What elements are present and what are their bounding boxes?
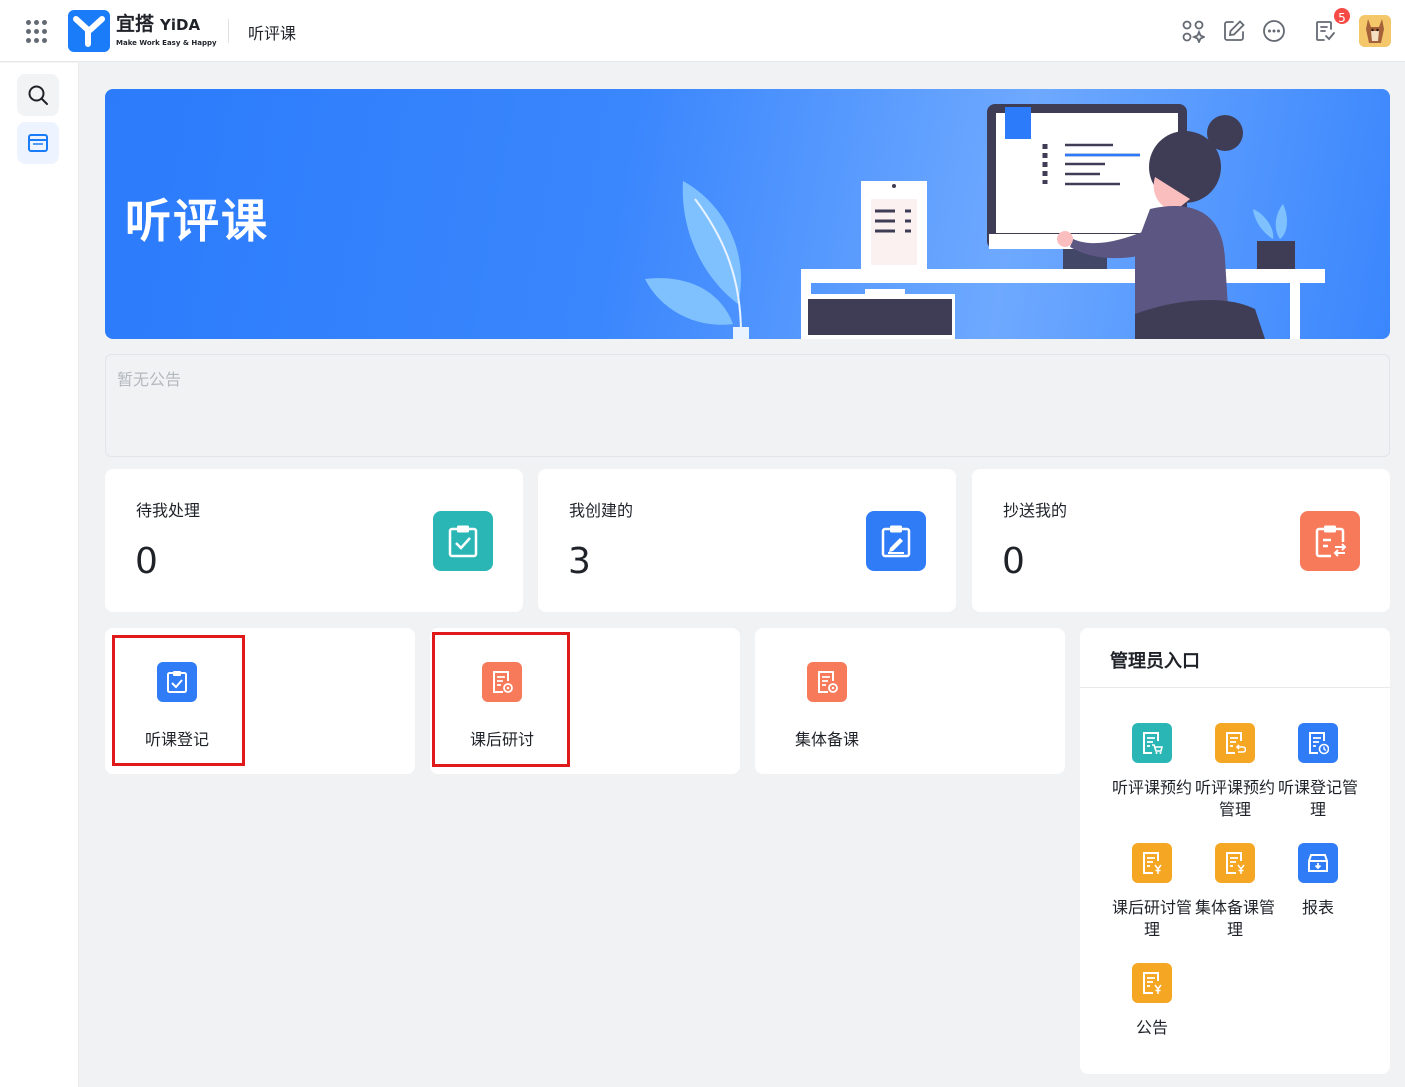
notice-board: 暂无公告: [105, 354, 1390, 457]
notice-text: 暂无公告: [117, 370, 182, 389]
admin-item-notice[interactable]: 公告: [1112, 963, 1192, 1039]
page-icon: [28, 134, 48, 152]
document-gear-icon: [807, 662, 847, 702]
admin-item-booking[interactable]: 听评课预约: [1112, 723, 1192, 799]
top-bar: 宜搭 YiDA Make Work Easy & Happy 听评课 5: [0, 0, 1405, 62]
admin-item-label: 听评课预约管理: [1195, 778, 1276, 819]
app-title[interactable]: 听评课: [248, 20, 296, 44]
admin-item-booking-manage[interactable]: 听评课预约管理: [1195, 723, 1275, 821]
stat-card-created[interactable]: 我创建的 3: [538, 469, 956, 612]
stat-card-cc[interactable]: 抄送我的 0: [972, 469, 1390, 612]
clipboard-share-icon: [1300, 511, 1360, 571]
clipboard-check-icon: [433, 511, 493, 571]
admin-item-prep-manage[interactable]: 集体备课管理: [1195, 843, 1275, 941]
brand-name: 宜搭: [116, 13, 155, 35]
banner-illustration: [645, 104, 1325, 339]
apps-grid-icon[interactable]: [26, 20, 50, 44]
admin-item-label: 听课登记管理: [1278, 778, 1359, 819]
document-clock-icon: [1298, 723, 1338, 763]
stat-card-pending[interactable]: 待我处理 0: [105, 469, 523, 612]
avatar[interactable]: [1359, 15, 1391, 47]
banner-title: 听评课: [125, 194, 269, 248]
notification-badge: 5: [1332, 6, 1352, 26]
entry-card-prep: 集体备课: [755, 628, 1065, 774]
highlight-box: [432, 632, 570, 767]
brand-slogan: Make Work Easy & Happy: [116, 39, 217, 47]
stat-value: 0: [135, 541, 158, 582]
yida-logo[interactable]: [68, 10, 110, 52]
more-icon[interactable]: [1262, 19, 1286, 43]
admin-item-label: 报表: [1301, 898, 1334, 917]
banner: 听评课: [105, 89, 1390, 339]
document-yen-icon: [1132, 843, 1172, 883]
page-nav-button[interactable]: [17, 122, 59, 164]
document-yen-icon: [1132, 963, 1172, 1003]
admin-title: 管理员入口: [1110, 651, 1200, 672]
brand-name-en: YiDA: [160, 16, 201, 34]
admin-item-label: 课后研讨管理: [1112, 898, 1193, 939]
highlight-box: [112, 635, 245, 766]
entry-label: 集体备课: [794, 730, 859, 749]
stat-label: 抄送我的: [1003, 501, 1068, 520]
edit-icon[interactable]: [1222, 19, 1246, 43]
todo-icon[interactable]: [1313, 19, 1337, 43]
admin-item-discussion-manage[interactable]: 课后研讨管理: [1112, 843, 1192, 941]
admin-panel: 管理员入口 听评课预约 听评课预约管理 听课登记管理 课后研讨管理 集体备课管理…: [1080, 628, 1390, 1074]
stat-label: 待我处理: [136, 501, 201, 520]
clipboard-edit-icon: [866, 511, 926, 571]
admin-item-label: 听评课预约: [1112, 778, 1193, 797]
document-yen-icon: [1215, 843, 1255, 883]
archive-download-icon: [1298, 843, 1338, 883]
admin-divider: [1080, 687, 1390, 688]
admin-item-register-manage[interactable]: 听课登记管理: [1278, 723, 1358, 821]
stat-value: 3: [568, 541, 591, 582]
document-cart-icon: [1132, 723, 1172, 763]
app-center-icon[interactable]: [1181, 19, 1205, 43]
left-rail: [0, 63, 79, 1087]
search-button[interactable]: [17, 74, 59, 116]
stat-value: 0: [1002, 541, 1025, 582]
document-return-icon: [1215, 723, 1255, 763]
admin-item-label: 集体备课管理: [1195, 898, 1276, 939]
admin-item-report[interactable]: 报表: [1278, 843, 1358, 919]
search-icon: [28, 85, 48, 105]
brand-text: 宜搭 YiDA Make Work Easy & Happy: [116, 13, 217, 47]
admin-item-label: 公告: [1135, 1018, 1168, 1037]
header-divider: [228, 19, 229, 43]
stat-label: 我创建的: [569, 501, 634, 520]
entry-prep[interactable]: 集体备课: [762, 662, 892, 750]
